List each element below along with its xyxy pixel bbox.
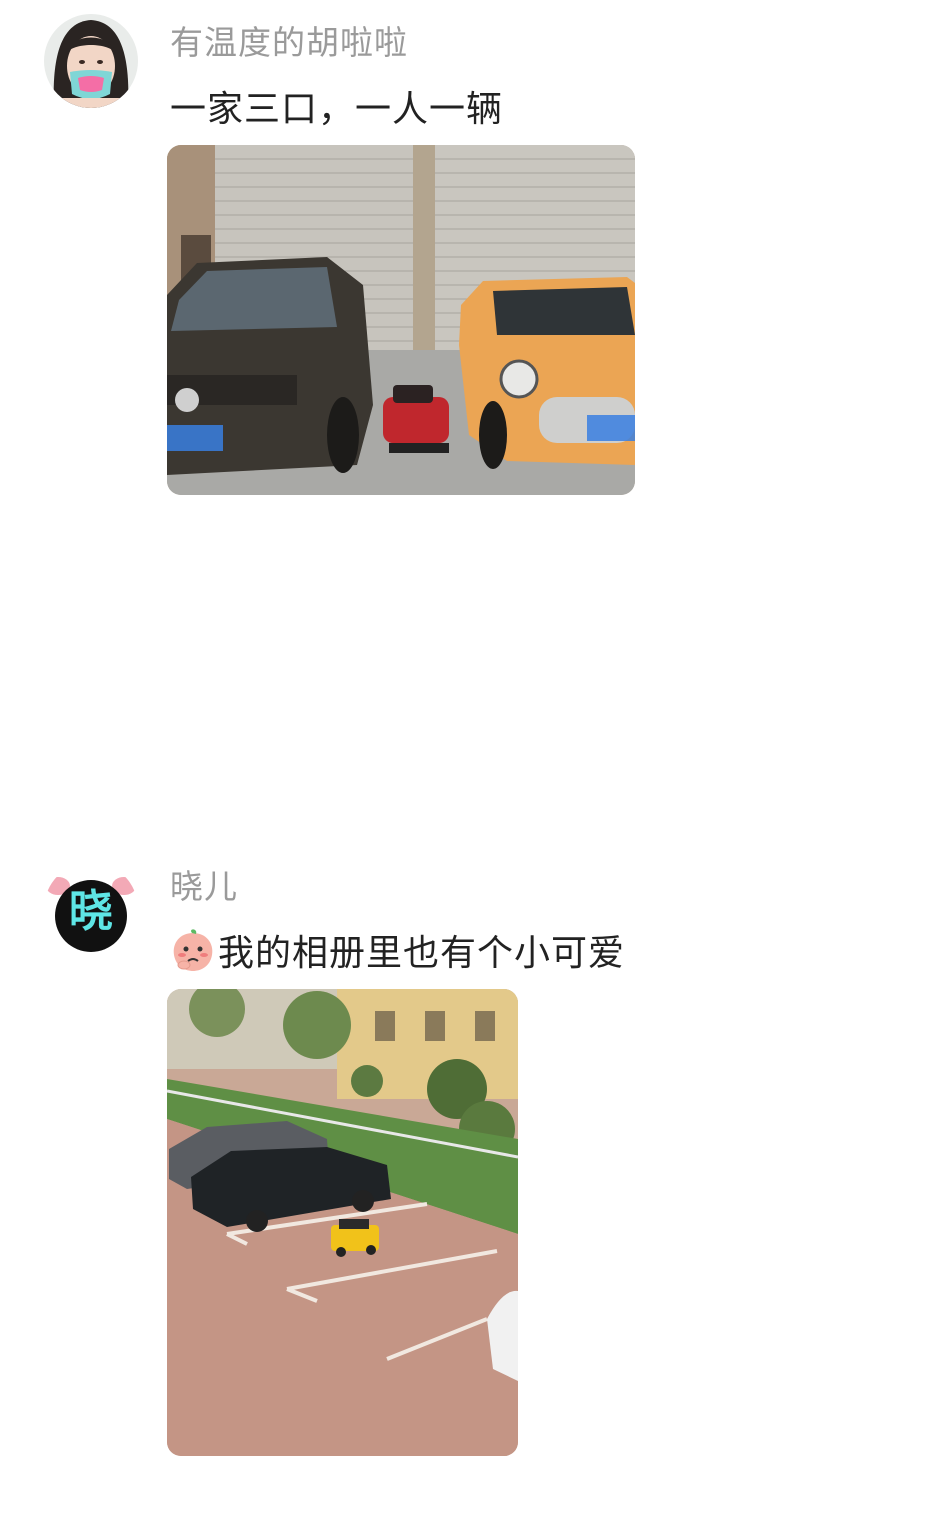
avatar[interactable]: 晓: [44, 862, 138, 956]
username[interactable]: 有温度的胡啦啦: [170, 16, 408, 64]
post-caption: 一家三口，一人一辆: [170, 89, 504, 130]
parking-lot-photo-icon: [167, 989, 518, 1456]
post-photo[interactable]: [167, 989, 518, 1456]
girl-avatar-icon: [44, 14, 138, 108]
post-caption-line: 我的相册里也有个小可爱: [170, 924, 625, 982]
post-item: 有温度的胡啦啦 一家三口，一人一辆: [0, 0, 926, 520]
avatar-letter: 晓: [69, 886, 113, 937]
post-photo[interactable]: [167, 145, 635, 495]
avatar[interactable]: [44, 14, 138, 108]
shy-peach-emoji-icon: [170, 929, 216, 982]
post-item: 晓 晓儿 我的相册里也有个小可爱: [0, 850, 926, 1470]
username[interactable]: 晓儿: [170, 860, 238, 908]
three-cars-photo-icon: [167, 145, 635, 495]
post-caption: 我的相册里也有个小可爱: [218, 933, 626, 974]
